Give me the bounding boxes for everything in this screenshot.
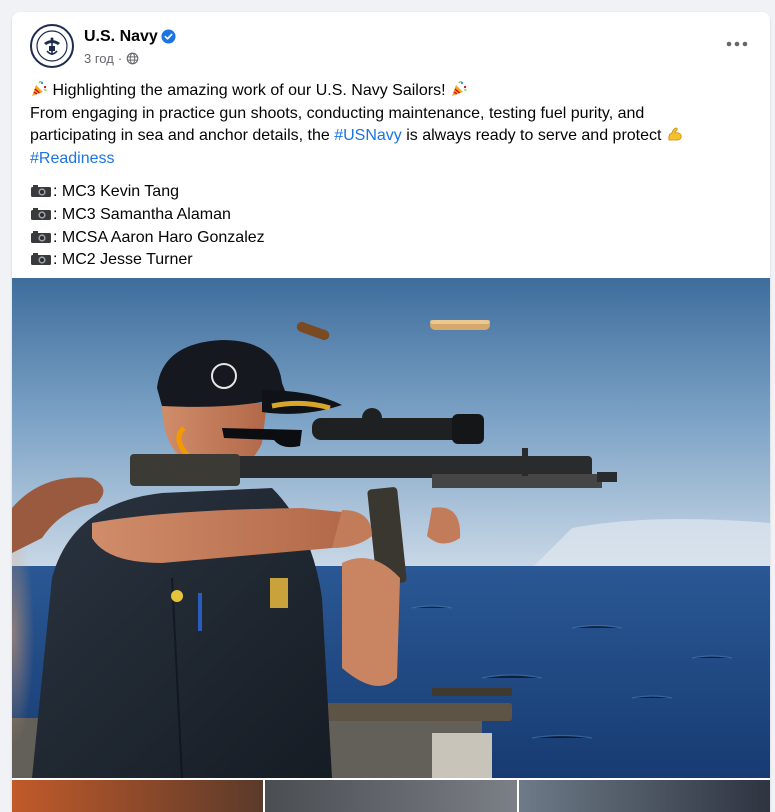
post-header: U.S. Navy 3 год · bbox=[12, 12, 770, 78]
message-line-4: #Readiness bbox=[30, 148, 760, 171]
sailor-firing-rifle-image bbox=[12, 278, 770, 778]
hashtag-readiness[interactable]: #Readiness bbox=[30, 150, 115, 167]
photo-thumbnails bbox=[12, 780, 770, 812]
post-card: U.S. Navy 3 год · Highlighting the amazi… bbox=[12, 12, 770, 812]
camera-icon bbox=[31, 253, 51, 266]
flexed-biceps-icon bbox=[668, 127, 682, 141]
globe-icon[interactable] bbox=[126, 52, 139, 65]
navy-logo-icon bbox=[33, 27, 71, 65]
page-name[interactable]: U.S. Navy bbox=[84, 28, 158, 46]
hashtag-usnavy[interactable]: #USNavy bbox=[334, 127, 402, 144]
credit-text: : MC3 Samantha Alaman bbox=[53, 205, 231, 223]
thumbnail-image[interactable] bbox=[518, 780, 770, 812]
camera-icon bbox=[31, 207, 51, 220]
credit-item: : MC3 Kevin Tang bbox=[30, 181, 760, 204]
party-popper-icon bbox=[32, 81, 47, 96]
post-meta: 3 год · bbox=[84, 51, 139, 66]
credit-text: : MC3 Kevin Tang bbox=[53, 183, 179, 200]
thumbnail-image[interactable] bbox=[12, 780, 264, 812]
credit-item: : MCSA Aaron Haro Gonzalez bbox=[30, 227, 760, 250]
post-photo[interactable] bbox=[12, 278, 770, 778]
more-options-icon bbox=[726, 41, 748, 47]
thumbnail-image[interactable] bbox=[265, 780, 517, 812]
photo-credits: : MC3 Kevin Tang : MC3 Samantha Alaman :… bbox=[30, 181, 760, 272]
message-line-1-text: Highlighting the amazing work of our U.S… bbox=[52, 82, 446, 99]
credit-text: : MCSA Aaron Haro Gonzalez bbox=[53, 228, 265, 246]
credit-item: : MC3 Samantha Alaman bbox=[30, 204, 760, 227]
credit-item: : MC2 Jesse Turner bbox=[30, 249, 760, 272]
message-line-2: From engaging in practice gun shoots, co… bbox=[30, 104, 645, 122]
camera-icon bbox=[31, 230, 51, 243]
camera-icon bbox=[31, 185, 51, 197]
message-line-3-text: participating in sea and anchor details,… bbox=[30, 127, 335, 144]
credit-text: : MC2 Jesse Turner bbox=[53, 251, 193, 269]
verified-badge-icon bbox=[161, 29, 176, 44]
message-line-3: participating in sea and anchor details,… bbox=[30, 125, 760, 148]
post-message: Highlighting the amazing work of our U.S… bbox=[30, 80, 760, 272]
more-options-button[interactable] bbox=[722, 32, 752, 56]
party-popper-icon bbox=[451, 81, 467, 96]
meta-separator: · bbox=[117, 51, 123, 66]
post-time[interactable]: 3 год bbox=[84, 51, 114, 66]
message-line-1: Highlighting the amazing work of our U.S… bbox=[30, 80, 760, 103]
message-line-3-tail: is always ready to serve and protect bbox=[401, 127, 666, 144]
page-avatar[interactable] bbox=[30, 24, 74, 68]
